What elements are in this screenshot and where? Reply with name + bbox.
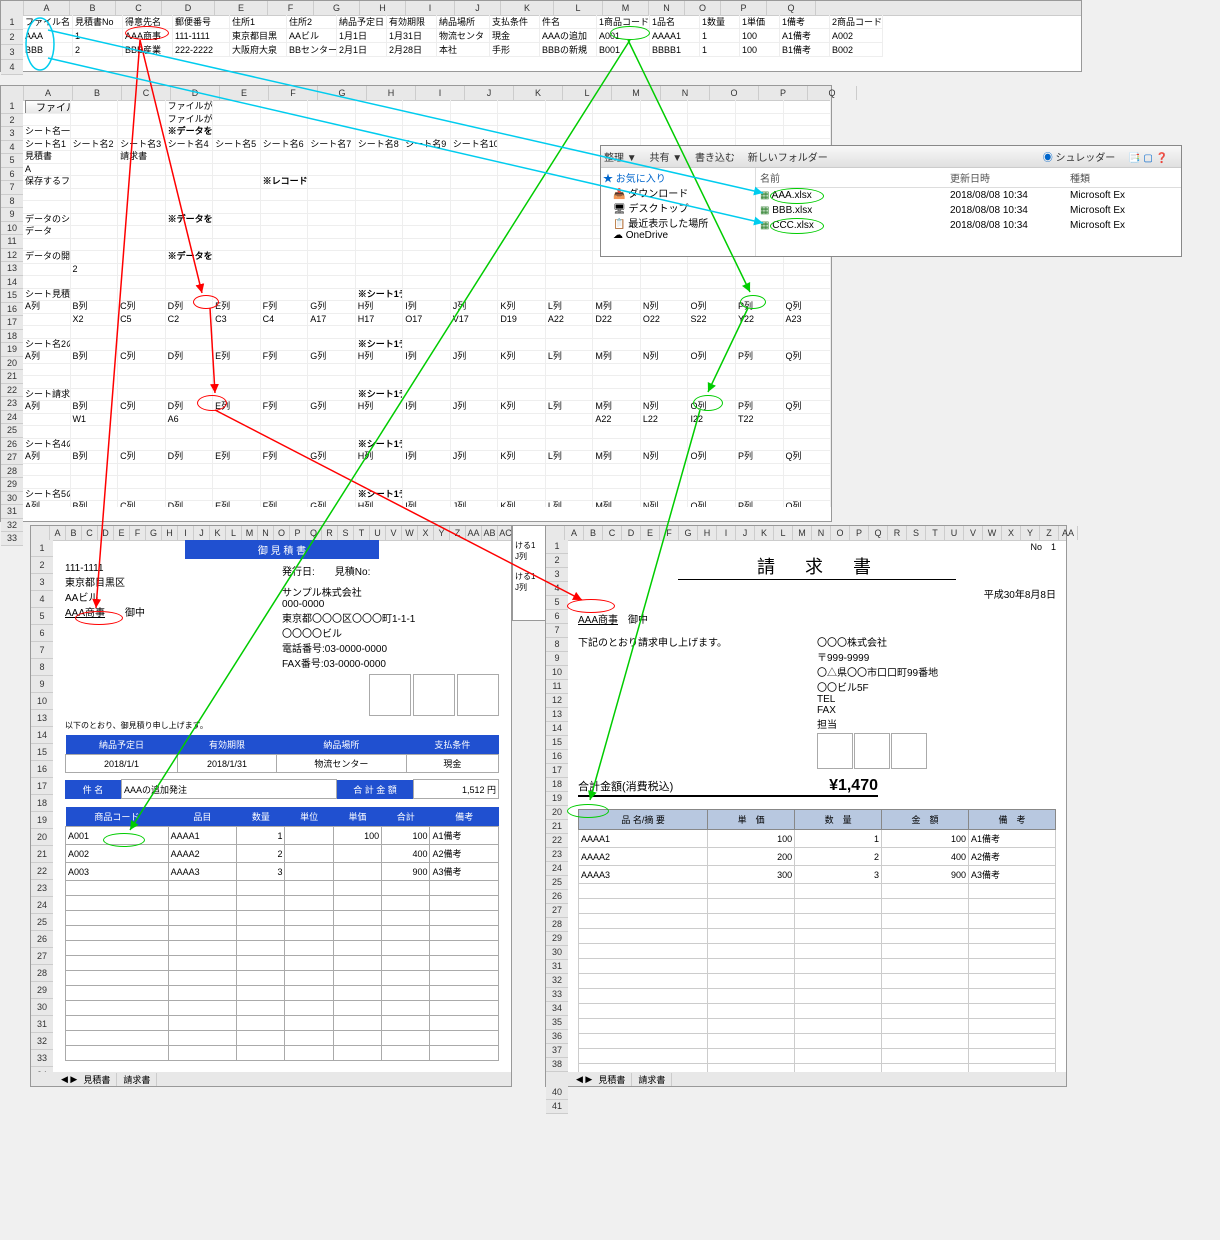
fb-menu-newfolder[interactable]: 新しいフォルダー [748,153,828,164]
quote-h-valid: 有効期限 [178,735,277,755]
fb-menu-burn[interactable]: 書き込む [695,153,735,164]
quote-subject: AAAの追加発注 [122,780,337,799]
fb-filelist: 名前 更新日時 種類 ▦ AAA.xlsx2018/08/08 10:34Mic… [756,168,1181,256]
quote-co-zip: 000-0000 [282,599,499,610]
invoice-body[interactable]: No 1 請 求 書 平成30年8月8日 AAA商事 御中 下記のとおり請求申し… [568,540,1066,1072]
quote-zip: 111-1111 [65,563,282,574]
quote-no-lbl: 見積No: [335,567,371,578]
sheet-tabs: ◀ ▶ 見積書請求書 [31,1072,511,1086]
inv-zip: 〒999-9999 [817,649,1056,664]
fb-col-name[interactable]: 名前 [760,170,950,185]
quote-fax: FAX番号:03-0000-0000 [282,655,499,670]
row-headers: 1234567891011121314151617181920212223242… [1,100,23,546]
invoice-sheet: ABCDEFGHIJKLMNOPQRSTUVWXYZAA 12345678910… [545,525,1067,1087]
stamp-box [457,674,499,716]
quote-company: サンプル株式会社 [282,584,499,599]
inv-tanto: 担当 [817,716,1056,731]
inv-onchu: 御中 [628,615,648,626]
top-data-sheet: ABCDEFGHIJKLMNOPQ 1234 ファイル名見積書No得意先名郵便番… [0,0,1082,72]
tab-quote[interactable]: 見積書 [592,1073,632,1086]
quote-v-delivery: 2018/1/1 [66,755,178,773]
quote-subject-lbl: 件 名 [65,780,122,799]
stamp-box [891,733,927,769]
quote-issue-lbl: 発行日: [282,567,315,578]
quote-v-valid: 2018/1/31 [178,755,277,773]
fb-recent[interactable]: 最近表示した場所 [628,219,708,230]
inv-note: 下記のとおり請求申し上げます。 [578,634,817,649]
quote-addr: 東京都目黒区 [65,574,282,589]
fb-menu-share[interactable]: 共有 ▼ [649,153,682,164]
sheet-tabs: ◀ ▶ 見積書請求書 [546,1072,1066,1086]
quote-sheet: ABCDEFGHIJKLMNOPQRSTUVWXYZAAABAC 1234567… [30,525,512,1087]
quote-onchu: 御中 [125,608,145,619]
stub-row: ける1 [515,540,547,551]
inv-no: 1 [1051,542,1056,552]
stamp-box [817,733,853,769]
quote-co-addr: 東京都〇〇〇区〇〇〇町1-1-1 [282,610,499,625]
fb-favorites[interactable]: お気に入り [616,174,666,185]
quote-v-pay: 現金 [406,755,498,773]
fb-col-date[interactable]: 更新日時 [950,170,1070,185]
col-headers: ABCDEFGHIJKLMNOPQ [1,1,1081,16]
fb-desktop[interactable]: デスクトップ [628,204,688,215]
row-headers: 1234 [1,15,23,75]
file-row[interactable]: ▦ AAA.xlsx2018/08/08 10:34Microsoft Ex [756,188,1181,203]
quote-note: 以下のとおり、御見積り申し上げます。 [65,720,499,731]
stamp-box [854,733,890,769]
inv-company: 〇〇〇株式会社 [817,634,1056,649]
file-row[interactable]: ▦ BBB.xlsx2018/08/08 10:34Microsoft Ex [756,203,1181,218]
quote-total: 1,512 [462,785,485,795]
quote-bldg: AAビル [65,589,282,604]
quote-h-delivery: 納品予定日 [66,735,178,755]
cells[interactable]: ファイル名見積書No得意先名郵便番号住所1住所2納品予定日有効期限納品場所支払条… [23,15,1081,57]
quote-title: 御 見 積 書 [185,540,379,559]
quote-tel: 電話番号:03-0000-0000 [282,640,499,655]
quote-h-place: 納品場所 [277,735,407,755]
quote-v-place: 物流センター [277,755,407,773]
fb-shredder[interactable]: シュレッダー [1056,153,1116,164]
fb-onedrive[interactable]: OneDrive [626,230,668,241]
stub-row: ける1 [515,571,547,582]
inv-addr: 〇△県〇〇市口口町99番地 [817,664,1056,679]
inv-no-lbl: No [1030,542,1042,552]
inv-bldg: 〇〇ビル5F [817,679,1056,694]
inv-fax: FAX [817,705,1056,716]
inv-total: ¥1,470 [829,777,878,795]
fb-sidebar: ★ お気に入り 📥 ダウンロード 🖥 デスクトップ 📋 最近表示した場所 ☁ O… [601,168,756,256]
row-headers: 1234567891011121314151617181920212223242… [546,540,568,1114]
inv-date: 平成30年8月8日 [578,586,1056,601]
col-headers: ABCDEFGHIJKLMNOPQRSTUVWXYZAAABAC [31,526,511,541]
invoice-title: 請 求 書 [678,553,956,580]
inv-total-lbl: 合計金額(消費税込) [578,778,673,794]
fb-menu-organize[interactable]: 整理 ▼ [604,153,637,164]
create-file-button[interactable]: ファイル作成 [25,100,71,114]
fb-downloads[interactable]: ダウンロード [628,189,688,200]
quote-body[interactable]: 御 見 積 書 111-1111 東京都目黒区 AAビル AAA商事 御中 発行… [53,540,511,1072]
file-row[interactable]: ▦ CCC.xlsx2018/08/08 10:34Microsoft Ex [756,218,1181,233]
quote-yen: 円 [487,785,496,795]
inv-tel: TEL [817,694,1056,705]
col-headers: ABCDEFGHIJKLMNOPQ [1,86,831,101]
quote-co-bldg: 〇〇〇〇ビル [282,625,499,640]
quote-total-lbl: 合 計 金 額 [337,780,414,799]
file-browser: 整理 ▼ 共有 ▼ 書き込む 新しいフォルダー ◉ シュレッダー 📑 ▢ ❓ ★… [600,145,1182,257]
inv-customer: AAA商事 [578,615,618,626]
col-headers: ABCDEFGHIJKLMNOPQRSTUVWXYZAA [546,526,1066,541]
tab-invoice[interactable]: 請求書 [632,1073,672,1086]
fb-toolbar: 整理 ▼ 共有 ▼ 書き込む 新しいフォルダー ◉ シュレッダー 📑 ▢ ❓ [601,146,1181,168]
tab-invoice[interactable]: 請求書 [117,1073,157,1086]
row-headers: 1234567891013141516171819202122232425262… [31,540,53,1084]
quote-customer: AAA商事 [65,608,105,619]
quote-h-pay: 支払条件 [406,735,498,755]
fb-col-type[interactable]: 種類 [1070,170,1090,185]
stamp-box [369,674,411,716]
stamp-box [413,674,455,716]
tab-quote[interactable]: 見積書 [77,1073,117,1086]
